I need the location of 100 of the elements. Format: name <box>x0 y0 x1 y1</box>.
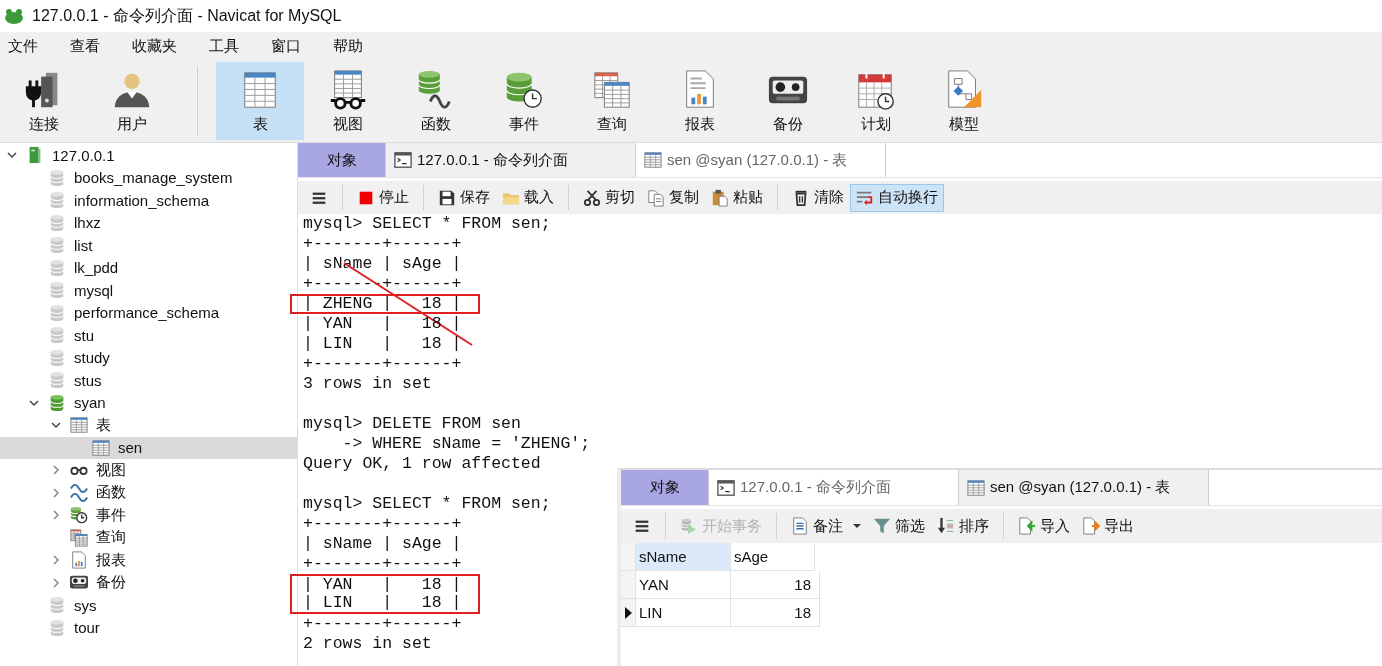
toolbar-button[interactable]: 复制 <box>641 183 705 212</box>
toolbar-button[interactable]: 表 <box>216 62 304 140</box>
menu-item[interactable]: 窗口 <box>271 36 301 56</box>
chevron-right-icon[interactable] <box>50 509 62 522</box>
menu-item[interactable]: 帮助 <box>333 36 363 56</box>
tree-item[interactable]: lhxz <box>0 211 297 234</box>
toolbar-button[interactable]: 连接 <box>0 62 88 140</box>
tree-label: performance_schema <box>74 304 220 322</box>
tree-item[interactable]: 事件 <box>0 504 297 527</box>
tree-item[interactable]: 函数 <box>0 481 297 504</box>
toolbar-button[interactable]: 停止 <box>351 183 415 212</box>
toolbar-button[interactable]: 自动换行 <box>850 183 944 212</box>
tree-label: 函数 <box>96 483 126 503</box>
save-icon <box>438 188 456 207</box>
tree-item[interactable]: 127.0.0.1 <box>0 144 297 167</box>
copy-icon <box>647 188 665 207</box>
column-header[interactable]: sAge <box>731 543 815 571</box>
filter-icon <box>873 517 891 535</box>
toolbar-button[interactable]: 导出 <box>1076 512 1140 540</box>
tree-item[interactable]: syan <box>0 391 297 414</box>
tree-label: 事件 <box>96 505 126 525</box>
tree-label: 备份 <box>96 573 126 593</box>
console-line: +-------+------+ <box>302 514 463 534</box>
tree-item[interactable]: list <box>0 234 297 257</box>
tree-label: 127.0.0.1 <box>52 146 115 164</box>
tree-label: books_manage_system <box>74 169 233 187</box>
toolbar-button[interactable]: 查询 <box>568 62 656 140</box>
console-line: +-------+------+ <box>302 354 463 374</box>
tree-label: study <box>74 349 110 367</box>
tree-item[interactable]: 查询 <box>0 526 297 549</box>
tree-item[interactable]: 表 <box>0 414 297 437</box>
console-line: 3 rows in set <box>302 374 433 394</box>
row-header[interactable] <box>621 599 636 627</box>
tab[interactable]: 127.0.0.1 - 命令列介面 <box>386 143 636 177</box>
toolbar-button[interactable]: 视图 <box>304 62 392 140</box>
tree-item[interactable]: information_schema <box>0 189 297 212</box>
console-line: +-------+------+ <box>302 614 463 634</box>
table-icon <box>70 416 88 435</box>
tree-item[interactable]: stu <box>0 324 297 347</box>
tree-item[interactable]: lk_pdd <box>0 256 297 279</box>
toolbar-button[interactable]: 剪切 <box>577 183 641 212</box>
toolbar-button[interactable]: 备份 <box>744 62 832 140</box>
toolbar-button[interactable]: 清除 <box>786 183 850 212</box>
tab[interactable]: sen @syan (127.0.0.1) - 表 <box>959 470 1209 505</box>
console-line: | sName | sAge | <box>302 254 463 274</box>
toolbar-button[interactable]: 用户 <box>88 62 176 140</box>
chevron-right-icon[interactable] <box>50 464 62 477</box>
database-play-icon <box>680 517 698 535</box>
toolbar-button[interactable]: 保存 <box>432 183 496 212</box>
chevron-right-icon[interactable] <box>50 554 62 567</box>
tree-item[interactable]: stus <box>0 369 297 392</box>
console-line: | sName | sAge | <box>302 534 463 554</box>
console-line: | LIN | 18 | <box>302 334 463 354</box>
tree-label: stu <box>74 326 94 344</box>
console-line: Query OK, 1 row affected <box>302 454 542 474</box>
calendar-icon <box>855 68 897 111</box>
table-cell: YAN <box>636 571 731 599</box>
tree-label: sen <box>118 439 143 457</box>
toolbar-button[interactable]: 导入 <box>1012 512 1076 540</box>
table-icon <box>644 151 662 169</box>
toolbar-button[interactable]: 筛选 <box>867 512 931 540</box>
tree-item[interactable]: 报表 <box>0 549 297 572</box>
export-icon <box>1082 517 1100 535</box>
toolbar-button[interactable]: 报表 <box>656 62 744 140</box>
toolbar-button[interactable]: 排序 <box>931 512 995 540</box>
terminal-icon <box>717 478 735 497</box>
console-line: mysql> SELECT * FROM sen; <box>302 214 552 234</box>
scissors-icon <box>583 188 601 207</box>
tree-item[interactable]: 视图 <box>0 459 297 482</box>
toolbar-button[interactable]: 粘贴 <box>705 183 769 212</box>
toolbar-button[interactable]: 载入 <box>496 183 560 212</box>
toolbar-button[interactable]: 事件 <box>480 62 568 140</box>
console-line: | YAN | 18 | <box>302 314 463 334</box>
column-header[interactable]: sName <box>636 543 731 571</box>
import-icon <box>1018 517 1036 535</box>
chevron-right-icon[interactable] <box>50 486 62 499</box>
tree-label: tour <box>74 619 100 637</box>
clipboard-icon <box>711 188 729 207</box>
table-icon <box>92 438 110 457</box>
tree-item[interactable]: sen <box>0 436 297 459</box>
toolbar-button[interactable]: 备注 <box>785 512 867 540</box>
sort-icon <box>937 517 955 535</box>
toolbar-button[interactable]: 计划 <box>832 62 920 140</box>
toolbar-button[interactable]: 函数 <box>392 62 480 140</box>
tab[interactable]: 对象 <box>298 143 386 177</box>
menu-item[interactable]: 文件 <box>8 36 38 56</box>
chevron-right-icon[interactable] <box>50 576 62 589</box>
console-line: mysql> SELECT * FROM sen; <box>302 494 552 514</box>
document-icon <box>791 517 809 535</box>
tree-label: list <box>74 236 93 254</box>
tab[interactable]: 对象 <box>621 470 709 505</box>
tree-item[interactable]: books_manage_system <box>0 166 297 189</box>
console-line: | YAN | 18 | <box>290 574 480 594</box>
tree-item[interactable]: study <box>0 346 297 369</box>
toolbar-button[interactable]: 模型 <box>920 62 1008 140</box>
tree-item[interactable]: tour <box>0 616 297 639</box>
menu-item[interactable]: 收藏夹 <box>132 36 177 56</box>
tree-label: 报表 <box>96 550 126 570</box>
menu-item[interactable]: 工具 <box>209 36 239 56</box>
menu-item[interactable]: 查看 <box>70 36 100 56</box>
